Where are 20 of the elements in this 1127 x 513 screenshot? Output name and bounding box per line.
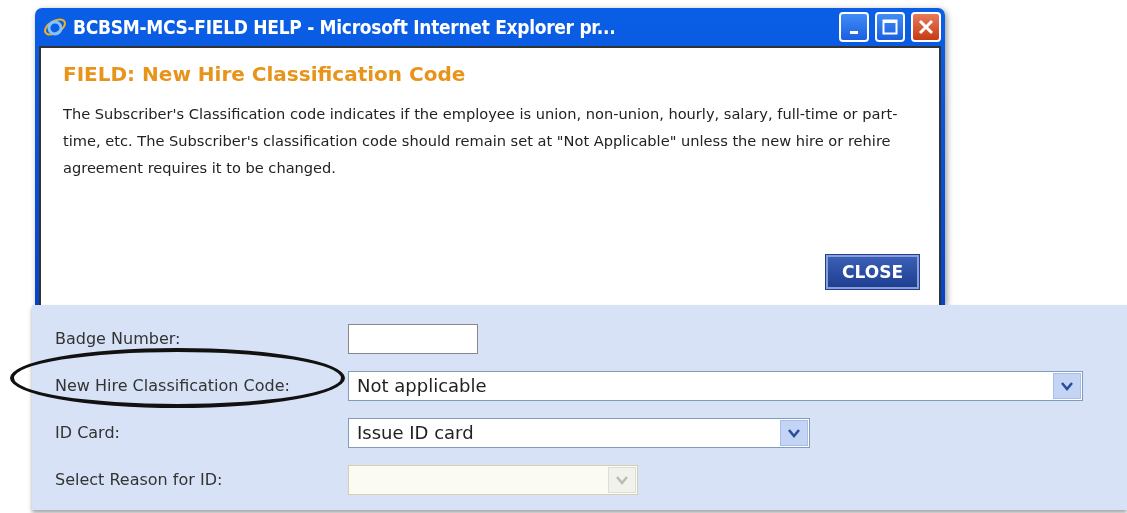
window-title: BCBSM-MCS-FIELD HELP - Microsoft Internet Explorer pr... xyxy=(73,16,617,38)
help-text: The Subscriber's Classification code indicates if the employee is union, non-union, hourly, salary, full-time or part-time, etc. The Subscriber's classification code should remain set at "Not Applicable" unless the new hire or rehire agreement requires it to be changed. xyxy=(63,104,899,178)
browser-icon xyxy=(43,15,67,39)
close-button[interactable]: CLOSE xyxy=(826,255,919,289)
text-field[interactable] xyxy=(348,323,478,354)
chevron-down-icon xyxy=(616,474,628,485)
field-label: ID Card: xyxy=(55,423,121,442)
field-label: New Hire Classification Code: xyxy=(55,376,291,395)
maximize-button[interactable] xyxy=(875,12,905,42)
field-label: Select Reason for ID: xyxy=(55,470,224,489)
chevron-down-icon xyxy=(1061,380,1073,391)
maximize-icon xyxy=(882,19,898,35)
dropdown[interactable]: Issue ID card xyxy=(348,417,810,448)
minimize-icon xyxy=(850,30,858,34)
minimize-button[interactable] xyxy=(839,12,869,42)
chevron-down-icon xyxy=(788,427,800,438)
close-icon[interactable] xyxy=(911,12,941,42)
dropdown[interactable]: Not applicable xyxy=(348,370,1083,401)
help-heading: FIELD: New Hire Classification Code xyxy=(63,62,467,86)
field-label: Badge Number: xyxy=(55,329,182,348)
